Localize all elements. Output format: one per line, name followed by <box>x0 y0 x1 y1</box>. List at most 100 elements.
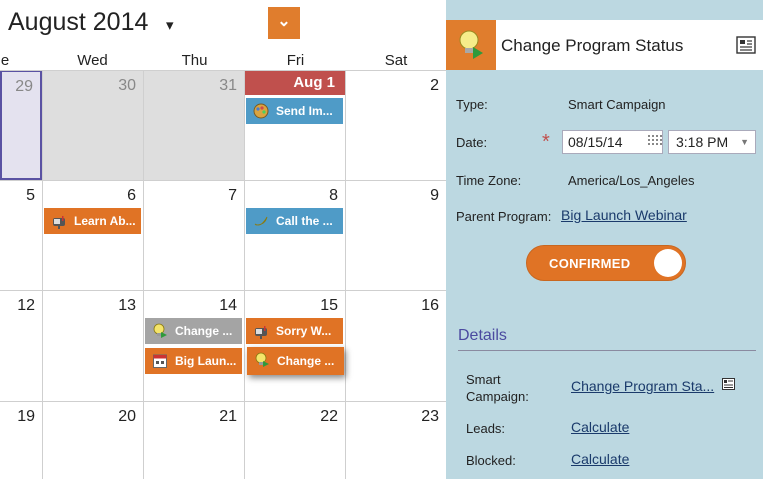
grid-line <box>345 70 346 479</box>
blocked-label: Blocked: <box>466 453 516 468</box>
weekday-fri: Fri <box>286 52 305 69</box>
event-send-im[interactable]: Send Im... <box>246 98 343 124</box>
day-cell-aug-1[interactable]: Aug 1 <box>245 71 345 180</box>
day-cell-jul-30[interactable]: 30 <box>43 71 143 180</box>
blocked-calculate-link[interactable]: Calculate <box>571 451 629 467</box>
grid-line <box>0 180 446 181</box>
day-cell-aug-8[interactable]: 8 <box>245 181 345 290</box>
parent-program-label: Parent Program: <box>456 209 552 224</box>
timezone-value: America/Los_Angeles <box>568 173 695 188</box>
email-program-icon <box>253 103 269 119</box>
grid-line <box>244 70 245 479</box>
smart-campaign-label-line2: Campaign: <box>466 389 529 404</box>
day-number: 2 <box>430 77 439 94</box>
day-number: 20 <box>118 408 136 425</box>
grid-line <box>0 401 446 402</box>
details-doc-icon[interactable] <box>736 36 756 54</box>
month-title[interactable]: August 2014 <box>8 8 148 37</box>
day-cell-aug-22[interactable]: 22 <box>245 402 345 479</box>
confirmed-toggle[interactable]: CONFIRMED <box>526 245 686 281</box>
grid-line <box>42 70 43 479</box>
day-number: 13 <box>118 297 136 314</box>
day-cell-aug-20[interactable]: 20 <box>43 402 143 479</box>
timezone-label: Time Zone: <box>456 173 522 188</box>
day-cell-aug-23[interactable]: 23 <box>346 402 446 479</box>
day-number: 22 <box>320 408 338 425</box>
time-select[interactable]: 3:18 PM ▼ <box>668 130 756 154</box>
time-value: 3:18 PM <box>676 134 729 150</box>
date-label: Date: <box>456 135 488 150</box>
event-label: Sorry W... <box>276 324 332 338</box>
mailbox-icon <box>53 216 65 229</box>
required-marker: * <box>542 131 550 153</box>
day-number: 7 <box>228 187 237 204</box>
day-number: 9 <box>430 187 439 204</box>
type-label: Type: <box>456 97 488 112</box>
type-value: Smart Campaign <box>568 97 666 112</box>
day-number: 12 <box>17 297 35 314</box>
day-number: 29 <box>15 78 33 95</box>
day-number: 30 <box>118 77 136 94</box>
day-cell-aug-16[interactable]: 16 <box>346 291 446 401</box>
weekday-wed: Wed <box>77 52 108 69</box>
banana-icon <box>254 216 268 226</box>
header-icon-box <box>446 20 496 70</box>
leads-calculate-link[interactable]: Calculate <box>571 419 629 435</box>
day-cell-aug-12[interactable]: 12 <box>0 291 42 401</box>
event-label: Learn Ab... <box>74 214 136 228</box>
lightbulb-play-icon <box>255 352 269 367</box>
toggle-knob <box>654 249 682 277</box>
smart-campaign-link[interactable]: Change Program Sta... <box>571 378 714 394</box>
panel-title: Change Program Status <box>501 36 684 55</box>
day-cell-jul-29[interactable]: 29 <box>0 70 42 180</box>
day-cell-aug-21[interactable]: 21 <box>144 402 244 479</box>
day-cell-aug-13[interactable]: 13 <box>43 291 143 401</box>
calendar-event-icon <box>153 354 167 368</box>
smart-campaign-label-line1: Smart <box>466 372 501 387</box>
section-divider <box>458 350 756 351</box>
event-sorry-w[interactable]: Sorry W... <box>246 318 343 344</box>
lightbulb-play-icon <box>153 323 167 338</box>
grid-line <box>143 70 144 479</box>
event-label: Send Im... <box>276 104 333 118</box>
calendar-picker-icon[interactable] <box>648 135 662 148</box>
day-number: 19 <box>17 408 35 425</box>
day-cell-aug-15[interactable]: 15 <box>245 291 345 401</box>
campaign-doc-icon[interactable] <box>722 378 735 390</box>
day-number: 5 <box>26 187 35 204</box>
event-change-orange-dragging[interactable]: Change ... <box>247 347 344 375</box>
grid-line <box>0 70 446 71</box>
event-detail-panel: Change Program Status Type: Smart Campai… <box>446 0 763 479</box>
day-cell-aug-9[interactable]: 9 <box>346 181 446 290</box>
calendar-month-view: August 2014 ▾ ⌄ e Wed Thu Fri Sat 29 30 … <box>0 0 446 479</box>
day-number: 31 <box>219 77 237 94</box>
day-number: 14 <box>219 297 237 314</box>
day-cell-aug-6[interactable]: 6 <box>43 181 143 290</box>
leads-label: Leads: <box>466 421 506 436</box>
event-label: Change ... <box>277 354 335 368</box>
parent-program-link[interactable]: Big Launch Webinar <box>561 207 687 223</box>
day-number: 15 <box>320 297 338 314</box>
event-big-laun[interactable]: Big Laun... <box>145 348 242 374</box>
panel-header: Change Program Status <box>446 20 763 70</box>
event-call-the[interactable]: Call the ... <box>246 208 343 234</box>
lightbulb-play-icon <box>459 30 483 59</box>
weekday-tue: e <box>0 52 10 69</box>
event-change-grey[interactable]: Change ... <box>145 318 242 344</box>
mailbox-icon <box>255 326 267 339</box>
weekday-thu: Thu <box>181 52 208 69</box>
day-cell-aug-7[interactable]: 7 <box>144 181 244 290</box>
calendar-menu-button[interactable]: ⌄ <box>268 7 300 39</box>
day-cell-aug-5[interactable]: 5 <box>0 181 42 290</box>
day-cell-aug-14[interactable]: 14 <box>144 291 244 401</box>
day-cell-jul-31[interactable]: 31 <box>144 71 244 180</box>
event-learn-ab[interactable]: Learn Ab... <box>44 208 141 234</box>
day-cell-aug-19[interactable]: 19 <box>0 402 42 479</box>
day-number: 8 <box>329 187 338 204</box>
details-section-title: Details <box>458 327 507 344</box>
weekday-sat: Sat <box>384 52 408 69</box>
event-label: Call the ... <box>276 214 333 228</box>
month-caret-icon[interactable]: ▾ <box>166 16 174 34</box>
day-cell-aug-2[interactable]: 2 <box>346 71 446 180</box>
toggle-label: CONFIRMED <box>549 256 631 271</box>
